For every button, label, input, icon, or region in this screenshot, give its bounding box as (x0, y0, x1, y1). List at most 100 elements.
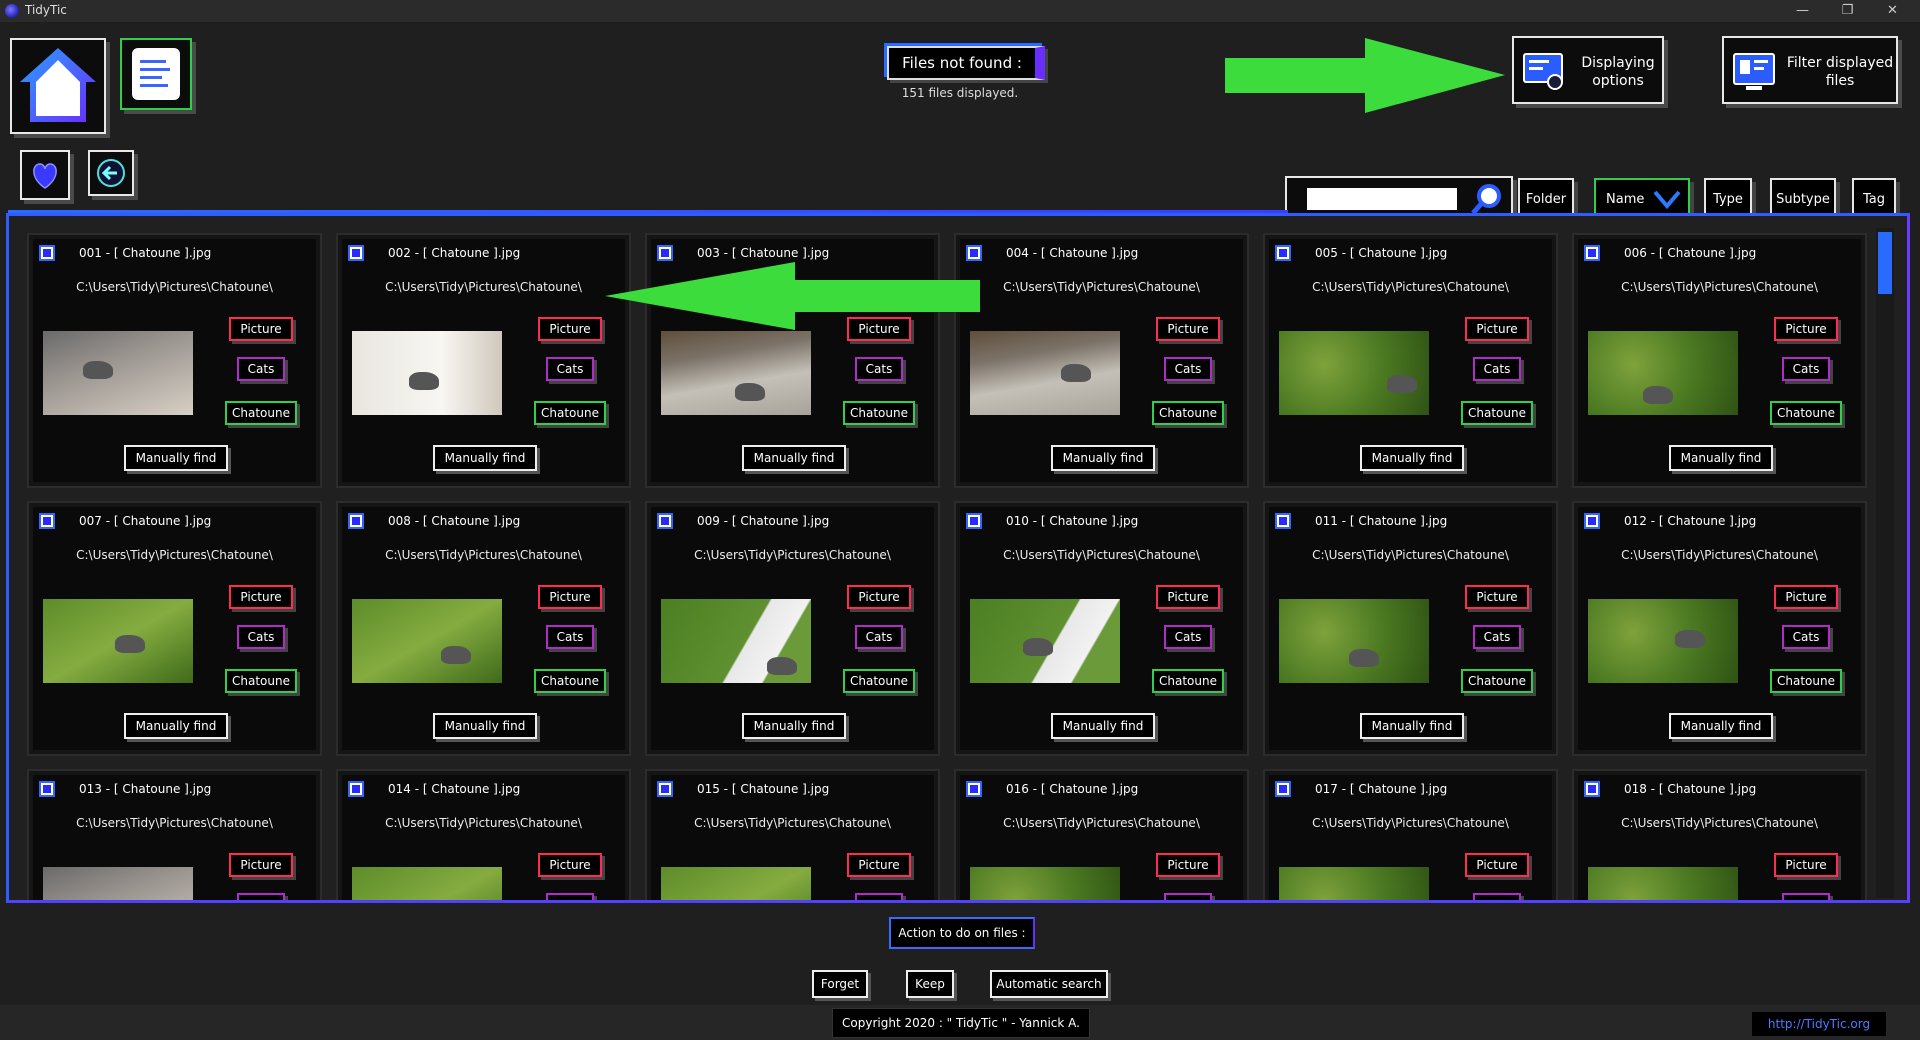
manually-find-button[interactable]: Manually find (433, 713, 537, 739)
subtype-tag[interactable]: Cats (546, 357, 594, 381)
file-checkbox[interactable] (1584, 513, 1600, 529)
subtype-tag[interactable]: Cats (1473, 893, 1521, 900)
manually-find-button[interactable]: Manually find (1669, 713, 1773, 739)
subtype-tag[interactable]: Cats (1782, 357, 1830, 381)
back-button[interactable] (88, 150, 134, 196)
folder-tag[interactable]: Chatoune (1461, 401, 1533, 425)
type-tag[interactable]: Picture (1774, 585, 1838, 609)
document-button[interactable] (120, 38, 192, 110)
tab-subtype[interactable]: Subtype (1770, 178, 1836, 218)
search-input[interactable] (1307, 188, 1457, 210)
keep-button[interactable]: Keep (906, 970, 954, 998)
type-tag[interactable]: Picture (229, 853, 293, 877)
subtype-tag[interactable]: Cats (237, 357, 285, 381)
file-checkbox[interactable] (1584, 245, 1600, 261)
file-checkbox[interactable] (966, 245, 982, 261)
minimize-button[interactable]: — (1780, 0, 1825, 22)
subtype-tag[interactable]: Cats (237, 893, 285, 900)
manually-find-button[interactable]: Manually find (1669, 445, 1773, 471)
forget-button[interactable]: Forget (812, 970, 868, 998)
type-tag[interactable]: Picture (1465, 317, 1529, 341)
folder-tag[interactable]: Chatoune (225, 669, 297, 693)
manually-find-button[interactable]: Manually find (742, 445, 846, 471)
file-checkbox[interactable] (348, 781, 364, 797)
tab-folder[interactable]: Folder (1518, 178, 1574, 218)
subtype-tag[interactable]: Cats (237, 625, 285, 649)
manually-find-button[interactable]: Manually find (124, 713, 228, 739)
subtype-tag[interactable]: Cats (546, 625, 594, 649)
file-checkbox[interactable] (348, 245, 364, 261)
subtype-tag[interactable]: Cats (1164, 625, 1212, 649)
folder-tag[interactable]: Chatoune (843, 669, 915, 693)
automatic-search-button[interactable]: Automatic search (990, 970, 1108, 998)
file-checkbox[interactable] (657, 245, 673, 261)
type-tag[interactable]: Picture (1774, 853, 1838, 877)
folder-tag[interactable]: Chatoune (1152, 401, 1224, 425)
tab-type[interactable]: Type (1704, 178, 1752, 218)
filter-displayed-files-button[interactable]: Filter displayed files (1722, 36, 1898, 104)
tab-name[interactable]: Name (1594, 178, 1690, 218)
file-thumbnail (43, 331, 193, 415)
subtype-tag[interactable]: Cats (855, 357, 903, 381)
file-checkbox[interactable] (1275, 513, 1291, 529)
maximize-button[interactable]: ❐ (1825, 0, 1870, 22)
file-checkbox[interactable] (657, 781, 673, 797)
scrollbar-track[interactable] (1876, 228, 1894, 898)
tab-tag[interactable]: Tag (1852, 178, 1896, 218)
type-tag[interactable]: Picture (538, 585, 602, 609)
type-tag[interactable]: Picture (538, 853, 602, 877)
type-tag[interactable]: Picture (1774, 317, 1838, 341)
type-tag[interactable]: Picture (1156, 585, 1220, 609)
folder-tag[interactable]: Chatoune (1152, 669, 1224, 693)
manually-find-button[interactable]: Manually find (1051, 713, 1155, 739)
folder-tag[interactable]: Chatoune (534, 669, 606, 693)
subtype-tag[interactable]: Cats (1164, 357, 1212, 381)
displaying-options-button[interactable]: Displaying options (1512, 36, 1664, 104)
folder-tag[interactable]: Chatoune (534, 401, 606, 425)
manually-find-button[interactable]: Manually find (1051, 445, 1155, 471)
type-tag[interactable]: Picture (847, 853, 911, 877)
subtype-tag[interactable]: Cats (1473, 357, 1521, 381)
type-tag[interactable]: Picture (1465, 853, 1529, 877)
file-checkbox[interactable] (348, 513, 364, 529)
file-card: 006 - [ Chatoune ].jpg C:\Users\Tidy\Pict… (1572, 233, 1867, 488)
file-checkbox[interactable] (966, 781, 982, 797)
website-link[interactable]: http://TidyTic.org (1752, 1012, 1886, 1036)
type-tag[interactable]: Picture (229, 317, 293, 341)
folder-tag[interactable]: Chatoune (1770, 401, 1842, 425)
subtype-tag[interactable]: Cats (1164, 893, 1212, 900)
subtype-tag[interactable]: Cats (1473, 625, 1521, 649)
subtype-tag[interactable]: Cats (1782, 625, 1830, 649)
folder-tag[interactable]: Chatoune (843, 401, 915, 425)
manually-find-button[interactable]: Manually find (124, 445, 228, 471)
scrollbar-thumb[interactable] (1878, 232, 1892, 294)
file-checkbox[interactable] (39, 513, 55, 529)
type-tag[interactable]: Picture (1156, 317, 1220, 341)
type-tag[interactable]: Picture (229, 585, 293, 609)
close-button[interactable]: ✕ (1870, 0, 1915, 22)
file-checkbox[interactable] (657, 513, 673, 529)
subtype-tag[interactable]: Cats (546, 893, 594, 900)
type-tag[interactable]: Picture (1156, 853, 1220, 877)
folder-tag[interactable]: Chatoune (1461, 669, 1533, 693)
file-checkbox[interactable] (39, 245, 55, 261)
manually-find-button[interactable]: Manually find (433, 445, 537, 471)
home-button[interactable] (10, 38, 106, 134)
favorites-button[interactable] (20, 150, 70, 200)
folder-tag[interactable]: Chatoune (225, 401, 297, 425)
subtype-tag[interactable]: Cats (855, 893, 903, 900)
file-checkbox[interactable] (1275, 245, 1291, 261)
manually-find-button[interactable]: Manually find (1360, 713, 1464, 739)
file-checkbox[interactable] (966, 513, 982, 529)
file-checkbox[interactable] (1275, 781, 1291, 797)
file-checkbox[interactable] (39, 781, 55, 797)
subtype-tag[interactable]: Cats (855, 625, 903, 649)
type-tag[interactable]: Picture (847, 585, 911, 609)
subtype-tag[interactable]: Cats (1782, 893, 1830, 900)
file-checkbox[interactable] (1584, 781, 1600, 797)
manually-find-button[interactable]: Manually find (742, 713, 846, 739)
type-tag[interactable]: Picture (1465, 585, 1529, 609)
manually-find-button[interactable]: Manually find (1360, 445, 1464, 471)
type-tag[interactable]: Picture (538, 317, 602, 341)
folder-tag[interactable]: Chatoune (1770, 669, 1842, 693)
